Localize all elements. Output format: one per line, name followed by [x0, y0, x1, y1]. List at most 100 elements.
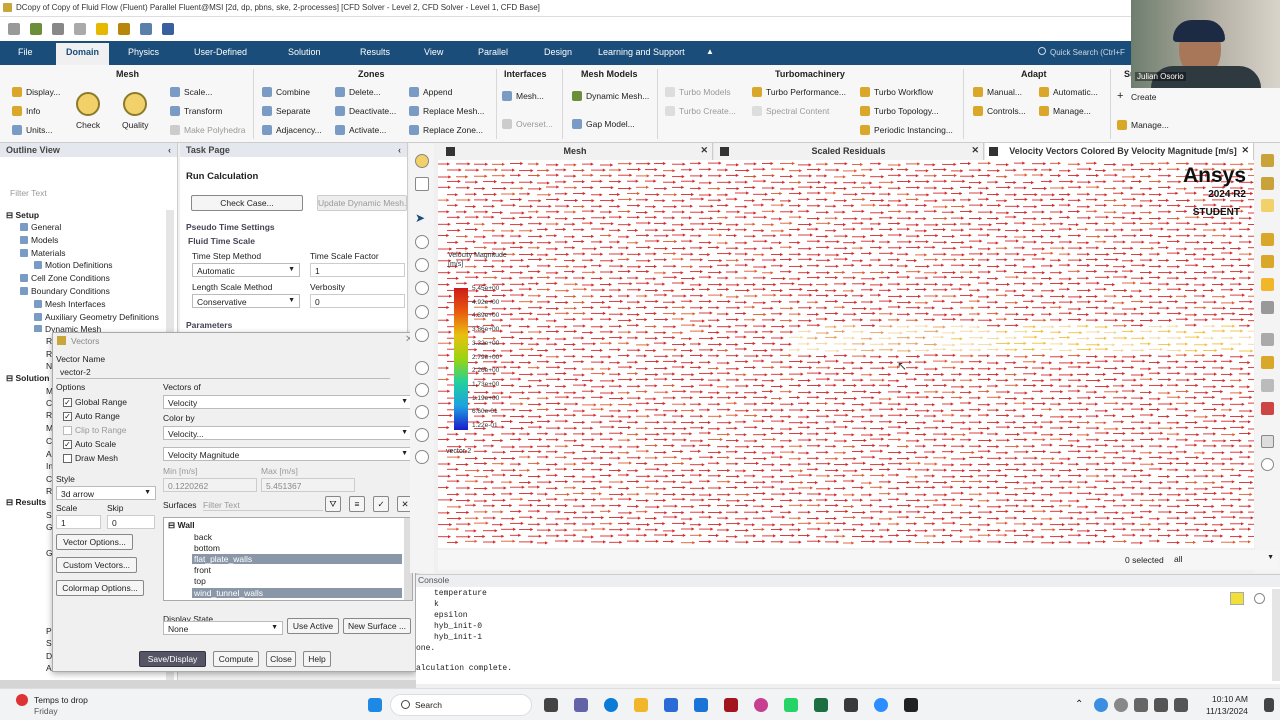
adapt-manage-button[interactable]: Manage... [1039, 106, 1091, 116]
length-scale-method-select[interactable]: Conservative [192, 294, 300, 308]
vectors-of-select[interactable]: Velocity [163, 395, 413, 409]
check-icon[interactable] [76, 92, 100, 116]
tree-results[interactable]: ⊟ Results [6, 497, 46, 508]
tree-partial[interactable]: A [46, 663, 52, 673]
menu-learning-support[interactable]: Learning and Support [598, 47, 685, 57]
surfaces-list[interactable]: ⊟ Wall back bottom flat_plate_walls fron… [163, 517, 413, 601]
color-by-select[interactable]: Velocity... [163, 426, 413, 440]
replace-zone-button[interactable]: Replace Zone... [409, 125, 483, 135]
graphics-window[interactable]: Ansys 2024 R2 STUDENT Velocity Magnitude… [438, 160, 1254, 548]
tree-partial[interactable]: P [46, 626, 52, 636]
zones-activate-button[interactable]: Activate... [335, 125, 386, 135]
time-step-method-select[interactable]: Automatic [192, 263, 300, 277]
menu-results[interactable]: Results [360, 47, 390, 57]
surface-manage-button[interactable]: Manage... [1117, 120, 1169, 130]
update-dynamic-mesh-button[interactable]: Update Dynamic Mesh... [317, 195, 407, 211]
turbo-models-button[interactable]: Turbo Models [665, 87, 731, 97]
menu-parallel[interactable]: Parallel [478, 47, 508, 57]
pan-icon[interactable] [415, 258, 429, 272]
tab-mesh[interactable]: Mesh ✕ [438, 143, 713, 160]
menu-file[interactable]: File [18, 47, 33, 57]
make-polyhedra-button[interactable]: Make Polyhedra [170, 125, 245, 135]
collapse-left-icon[interactable]: ‹ [168, 145, 171, 155]
menu-view[interactable]: View [424, 47, 443, 57]
adapt-controls-button[interactable]: Controls... [973, 106, 1026, 116]
tree-models[interactable]: Models [20, 235, 58, 245]
probe-icon[interactable] [415, 328, 429, 342]
lock-icon[interactable] [415, 450, 429, 464]
global-range-checkbox[interactable]: ✓ [63, 398, 72, 407]
menu-solution[interactable]: Solution [288, 47, 321, 57]
tree-partial[interactable]: A [46, 449, 52, 459]
check-list-icon[interactable]: ✓ [373, 496, 389, 512]
mesh-display-icon[interactable] [415, 154, 429, 168]
draw-mesh-checkbox[interactable] [63, 454, 72, 463]
tree-solution[interactable]: ⊟ Solution [6, 373, 49, 384]
mesh-quality-label[interactable]: Quality [122, 120, 148, 130]
tree-setup[interactable]: ⊟ Setup [6, 210, 39, 221]
tree-mesh-interfaces[interactable]: Mesh Interfaces [34, 299, 105, 309]
surface-item[interactable]: flat_plate_walls [192, 554, 402, 564]
replace-mesh-button[interactable]: Replace Mesh... [409, 106, 484, 116]
turbo-workflow-button[interactable]: Turbo Workflow [860, 87, 933, 97]
close-tab-icon[interactable]: ✕ [971, 145, 979, 156]
save-display-button[interactable]: Save/Display [139, 651, 206, 667]
tree-cell-zone[interactable]: Cell Zone Conditions [20, 273, 110, 283]
custom-vectors-button[interactable]: Custom Vectors... [56, 557, 137, 573]
verbosity-input[interactable]: 0 [310, 294, 405, 308]
measure-icon[interactable] [415, 428, 429, 442]
adapt-automatic-button[interactable]: Automatic... [1039, 87, 1098, 97]
mesh-scale-button[interactable]: Scale... [170, 87, 212, 97]
zones-append-button[interactable]: Append [409, 87, 452, 97]
tree-boundary[interactable]: Boundary Conditions [20, 286, 110, 296]
zoom-out-icon[interactable] [415, 405, 429, 419]
zones-adjacency-button[interactable]: Adjacency... [262, 125, 322, 135]
help-button[interactable]: Help [303, 651, 331, 667]
use-active-button[interactable]: Use Active [287, 618, 339, 634]
time-scale-factor-input[interactable]: 1 [310, 263, 405, 277]
menu-design[interactable]: Design [544, 47, 572, 57]
auto-range-checkbox[interactable]: ✓ [63, 412, 72, 421]
surface-create-button[interactable]: + Create [1117, 90, 1157, 102]
tab-velocity-vectors[interactable]: Velocity Vectors Colored By Velocity Mag… [985, 143, 1254, 160]
mesh-check-label[interactable]: Check [76, 120, 100, 130]
tree-auxiliary[interactable]: Auxiliary Geometry Definitions [34, 312, 159, 322]
vector-name-input[interactable]: vector-2 [56, 365, 390, 379]
rotate-icon[interactable] [415, 235, 429, 249]
new-icon[interactable] [8, 23, 20, 35]
turbo-performance-button[interactable]: Turbo Performance... [752, 87, 846, 97]
adapt-manual-button[interactable]: Manual... [973, 87, 1022, 97]
undo-icon[interactable] [74, 23, 86, 35]
compute-button[interactable]: Compute [213, 651, 259, 667]
tree-motion[interactable]: Motion Definitions [34, 260, 113, 270]
mesh-display-button[interactable]: Display... [12, 87, 60, 97]
surface-item[interactable]: back [192, 532, 402, 542]
color-by-sub-select[interactable]: Velocity Magnitude [163, 447, 413, 461]
turbo-topology-button[interactable]: Turbo Topology... [860, 106, 939, 116]
outline-filter-input[interactable]: Filter Text [10, 188, 47, 198]
zones-separate-button[interactable]: Separate [262, 106, 311, 116]
workbench-icon[interactable] [118, 23, 130, 35]
gap-model-button[interactable]: Gap Model... [572, 119, 635, 129]
lightning-icon[interactable] [96, 23, 108, 35]
max-input[interactable]: 5.451367 [261, 478, 355, 492]
interfaces-mesh-button[interactable]: Mesh... [502, 91, 544, 101]
scale-input[interactable]: 1 [56, 515, 101, 529]
menu-physics[interactable]: Physics [128, 47, 159, 57]
filter-surfaces-icon[interactable]: ⛛ [325, 496, 341, 512]
close-tab-icon[interactable]: ✕ [1241, 145, 1249, 156]
menu-domain[interactable]: Domain [56, 43, 110, 65]
tab-scaled-residuals[interactable]: Scaled Residuals ✕ [714, 143, 984, 160]
tree-dynamic-mesh[interactable]: Dynamic Mesh [34, 324, 101, 332]
zones-delete-button[interactable]: Delete... [335, 87, 381, 97]
colormap-options-button[interactable]: Colormap Options... [56, 580, 144, 596]
vector-options-button[interactable]: Vector Options... [56, 534, 133, 550]
zoom-in-icon[interactable] [415, 383, 429, 397]
layout-icon[interactable] [162, 23, 174, 35]
surface-item[interactable]: bottom [192, 543, 402, 553]
open-icon[interactable] [30, 23, 42, 35]
new-surface-button[interactable]: New Surface ... [343, 618, 411, 634]
clip-to-range-checkbox[interactable] [63, 426, 72, 435]
surfaces-filter-input[interactable]: Filter Text [203, 500, 323, 511]
close-button[interactable]: Close [266, 651, 296, 667]
